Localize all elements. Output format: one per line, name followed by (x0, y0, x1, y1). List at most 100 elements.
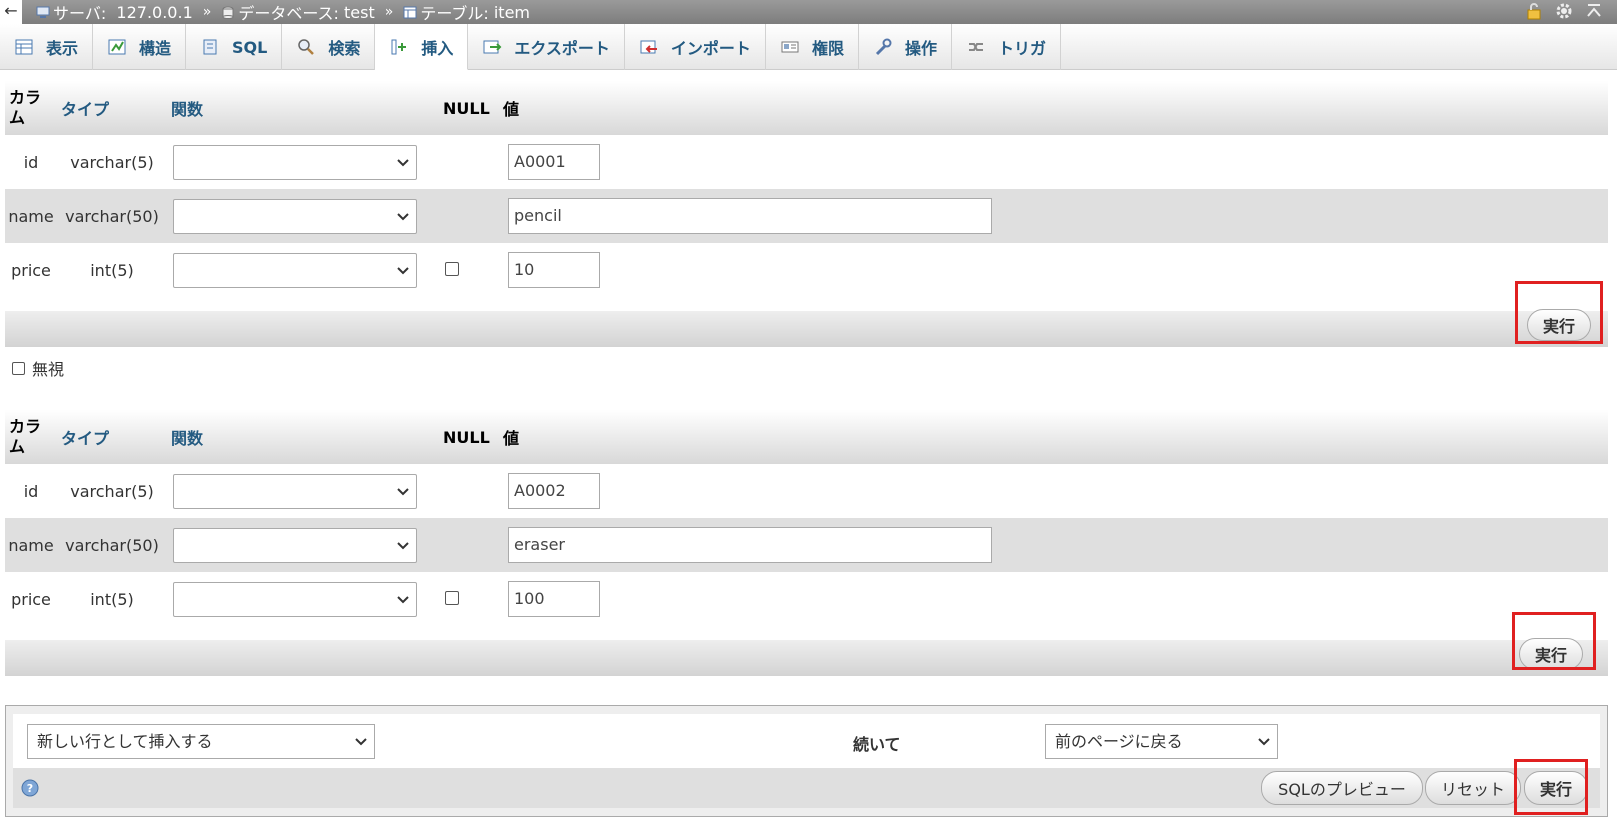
tab-triggers[interactable]: トリガ (952, 24, 1061, 70)
value-input[interactable]: A0001 (508, 144, 600, 180)
breadcrumb-database[interactable]: データベース: test (221, 0, 375, 24)
breadcrumb-server[interactable]: サーバ: 127.0.0.1 (36, 0, 193, 24)
header-column: カラム (5, 410, 57, 464)
header-function[interactable]: 関数 (167, 81, 439, 135)
column-name: name (5, 189, 57, 243)
column-name: id (23, 481, 39, 501)
ignore-checkbox[interactable] (12, 361, 25, 375)
value-input[interactable]: 10 (508, 252, 600, 288)
operations-icon (875, 38, 892, 56)
value-input[interactable]: pencil (508, 198, 992, 234)
highlight-box (1512, 612, 1596, 670)
ignore-option[interactable]: 無視 (12, 356, 64, 380)
submit-fieldset: 新しい行として挿入する 続いて 前のページに戻る ? SQLのプレビュー リセッ… (5, 705, 1608, 817)
column-type: varchar(50) (57, 518, 167, 572)
header-row: カラム タイプ 関数 NULL 値 (5, 410, 1608, 464)
function-select[interactable] (173, 527, 417, 563)
lock-icon[interactable] (1525, 2, 1543, 20)
privileges-icon (781, 41, 799, 53)
column-name: price (11, 589, 51, 609)
sql-icon (203, 39, 217, 55)
tab-structure[interactable]: 構造 (93, 24, 187, 70)
header-type[interactable]: タイプ (57, 81, 167, 135)
null-checkbox[interactable] (445, 261, 459, 276)
import-icon (640, 40, 657, 54)
table-row: id varchar(5) A0001 (5, 135, 1608, 189)
help-icon[interactable]: ? (21, 779, 39, 797)
insert-table: カラム タイプ 関数 NULL 値 id varchar(5) A0002 na… (5, 410, 1608, 626)
insert-mode-select[interactable]: 新しい行として挿入する (27, 724, 375, 759)
value-input[interactable]: A0002 (508, 473, 600, 509)
tab-privileges[interactable]: 権限 (766, 24, 859, 70)
tab-operations[interactable]: 操作 (859, 24, 952, 70)
chevron-down-icon (397, 266, 409, 274)
chevron-down-icon (355, 738, 367, 746)
collapse-icon[interactable] (1585, 2, 1603, 20)
tab-sql[interactable]: SQL (186, 24, 283, 70)
table-row: name varchar(50) eraser (5, 518, 1608, 572)
tab-search[interactable]: 検索 (282, 24, 376, 70)
insert-mode-value: 新しい行として挿入する (37, 732, 213, 751)
tab-browse[interactable]: 表示 (0, 24, 94, 70)
header-type[interactable]: タイプ (57, 410, 167, 464)
submit-button-row: ? SQLのプレビュー リセット 実行 (13, 768, 1600, 808)
tab-label: 権限 (811, 39, 844, 58)
export-icon (483, 40, 502, 54)
header-column: カラム (5, 81, 57, 135)
table-label: テーブル: (420, 4, 489, 23)
breadcrumb: サーバ: 127.0.0.1 » データベース: test » テーブル: it… (36, 0, 530, 24)
then-label: 続いて (853, 735, 901, 754)
browse-icon (15, 39, 33, 55)
header-row: カラム タイプ 関数 NULL 値 (5, 81, 1608, 135)
database-label: データベース: (238, 4, 339, 23)
back-arrow-icon[interactable]: ← (0, 0, 22, 24)
table-row: name varchar(50) pencil (5, 189, 1608, 243)
value-input[interactable]: eraser (508, 527, 992, 563)
breadcrumb-table[interactable]: テーブル: item (403, 0, 530, 24)
gear-icon[interactable] (1555, 2, 1573, 20)
server-icon (36, 6, 50, 18)
tab-import[interactable]: インポート (625, 24, 766, 70)
chevron-down-icon (397, 212, 409, 220)
top-right-icons (1525, 2, 1603, 20)
function-select[interactable] (173, 144, 417, 180)
tab-label: 構造 (139, 39, 172, 58)
header-function[interactable]: 関数 (167, 410, 439, 464)
reset-button[interactable]: リセット (1425, 771, 1521, 805)
tab-label: 表示 (46, 39, 79, 58)
function-select[interactable] (173, 198, 417, 234)
highlight-box (1514, 759, 1588, 815)
function-select[interactable] (173, 581, 417, 617)
value-input[interactable]: 100 (508, 581, 600, 617)
function-select[interactable] (173, 252, 417, 288)
tab-export[interactable]: エクスポート (468, 24, 625, 70)
column-type: varchar(5) (70, 152, 154, 172)
breadcrumb-separator: » (202, 4, 212, 20)
after-insert-value: 前のページに戻る (1055, 732, 1183, 751)
tab-label: SQL (232, 37, 268, 57)
function-select[interactable] (173, 473, 417, 509)
null-checkbox[interactable] (445, 590, 459, 605)
server-label: サーバ: (53, 4, 107, 23)
table-icon (403, 6, 417, 18)
breadcrumb-separator: » (384, 4, 394, 20)
tab-label: 操作 (904, 39, 937, 58)
sql-preview-button[interactable]: SQLのプレビュー (1261, 771, 1423, 805)
search-icon (298, 39, 315, 55)
column-name: name (5, 518, 57, 572)
tab-insert[interactable]: 挿入 (375, 24, 469, 70)
structure-icon (108, 39, 126, 55)
header-value: 値 (499, 410, 1608, 464)
chevron-down-icon (397, 595, 409, 603)
submit-options: 新しい行として挿入する 続いて 前のページに戻る (13, 714, 1600, 768)
highlight-box (1515, 281, 1603, 344)
server-value: 127.0.0.1 (116, 2, 193, 22)
chevron-down-icon (397, 158, 409, 166)
insert-form-1: カラム タイプ 関数 NULL 値 id varchar(5) A0001 na… (5, 81, 1608, 347)
after-insert-select[interactable]: 前のページに戻る (1045, 724, 1278, 759)
column-type: int(5) (90, 260, 134, 280)
tab-label: インポート (670, 39, 751, 58)
column-name: price (11, 260, 51, 280)
column-type: varchar(5) (70, 481, 154, 501)
column-type: varchar(50) (57, 189, 167, 243)
